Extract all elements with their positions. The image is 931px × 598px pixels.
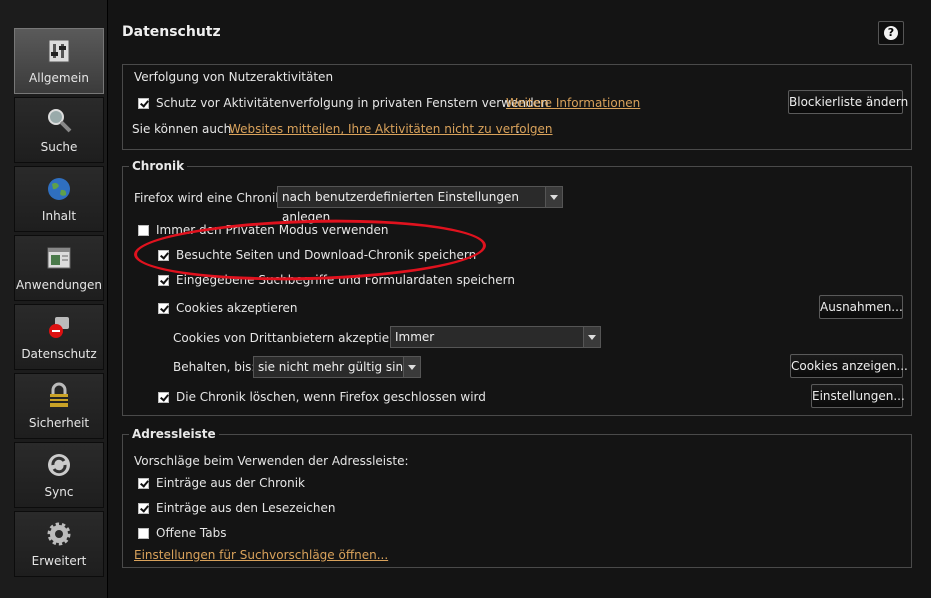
- third-party-cookies-select[interactable]: Immer: [390, 326, 601, 348]
- suggest-bookmarks-checkbox[interactable]: [138, 503, 149, 514]
- sidebar-item-anwendungen[interactable]: Anwendungen: [14, 235, 104, 301]
- sidebar-item-label: Inhalt: [41, 209, 77, 223]
- help-button[interactable]: ?: [878, 21, 904, 45]
- remember-forms-label: Eingegebene Suchbegriffe und Formulardat…: [176, 273, 515, 287]
- sidebar-item-allgemein[interactable]: Allgemein: [14, 28, 104, 94]
- dnt-sentence-prefix: Sie können auch: [132, 122, 232, 136]
- dnt-label: Schutz vor Aktivitätenverfolgung in priv…: [156, 96, 549, 110]
- private-mode-checkbox[interactable]: [138, 225, 149, 236]
- third-party-cookies-value: Immer: [395, 330, 435, 344]
- chevron-down-icon: [583, 327, 600, 347]
- privacy-mask-icon: [49, 317, 69, 338]
- chevron-down-icon: [403, 357, 420, 377]
- blocklist-button[interactable]: Blockierliste ändern: [788, 90, 908, 114]
- show-cookies-button[interactable]: Cookies anzeigen...: [790, 354, 908, 378]
- remember-history-checkbox[interactable]: [158, 250, 169, 261]
- keep-until-value: sie nicht mehr gültig sind: [258, 360, 411, 374]
- sidebar: Allgemein Suche Inhalt Anwendungen Daten…: [0, 0, 108, 598]
- sidebar-item-label: Anwendungen: [15, 278, 103, 292]
- sidebar-item-suche[interactable]: Suche: [14, 97, 104, 163]
- clear-on-close-checkbox[interactable]: [158, 392, 169, 403]
- suggest-history-label: Einträge aus der Chronik: [156, 476, 305, 490]
- sync-icon: [48, 454, 70, 476]
- sidebar-item-erweitert[interactable]: Erweitert: [14, 511, 104, 577]
- dnt-checkbox[interactable]: [138, 98, 149, 109]
- more-info-link[interactable]: Weitere Informationen: [506, 96, 640, 110]
- location-bar-intro: Vorschläge beim Verwenden der Adressleis…: [134, 454, 409, 468]
- history-mode-value: nach benutzerdefinierten Einstellungen a…: [282, 190, 519, 224]
- suggest-open-tabs-label: Offene Tabs: [156, 526, 227, 540]
- sidebar-item-label: Allgemein: [29, 71, 89, 85]
- third-party-cookies-label: Cookies von Drittanbietern akzeptieren:: [173, 331, 413, 345]
- location-bar-group: Adressleiste Vorschläge beim Verwenden d…: [122, 427, 912, 568]
- page-title: Datenschutz: [122, 24, 221, 40]
- sidebar-item-sicherheit[interactable]: Sicherheit: [14, 373, 104, 439]
- tracking-legend: Verfolgung von Nutzeraktivitäten: [131, 70, 337, 84]
- clear-settings-button[interactable]: Einstellungen...: [811, 384, 905, 408]
- search-suggestions-settings-link[interactable]: Einstellungen für Suchvorschläge öffnen.…: [134, 548, 388, 562]
- history-group: Chronik Firefox wird eine Chronik: nach …: [122, 159, 912, 416]
- magnifier-icon: [48, 109, 72, 133]
- history-legend: Chronik: [129, 159, 188, 173]
- dnt-sites-link[interactable]: Websites mitteilen, Ihre Aktivitäten nic…: [229, 122, 553, 136]
- sidebar-item-datenschutz[interactable]: Datenschutz: [14, 304, 104, 370]
- preferences-pane: Datenschutz ? Verfolgung von Nutzeraktiv…: [108, 0, 931, 598]
- help-icon: ?: [884, 26, 898, 40]
- history-mode-label: Firefox wird eine Chronik:: [134, 191, 287, 205]
- gear-icon: [47, 522, 71, 546]
- sidebar-item-label: Erweitert: [31, 554, 87, 568]
- remember-forms-checkbox[interactable]: [158, 275, 169, 286]
- suggest-bookmarks-label: Einträge aus den Lesezeichen: [156, 501, 336, 515]
- clear-on-close-label: Die Chronik löschen, wenn Firefox geschl…: [176, 390, 486, 404]
- location-bar-legend: Adressleiste: [129, 427, 219, 441]
- padlock-icon: [50, 382, 68, 407]
- sidebar-item-label: Datenschutz: [21, 347, 97, 361]
- remember-history-label: Besuchte Seiten und Download-Chronik spe…: [176, 248, 477, 262]
- keep-until-select[interactable]: sie nicht mehr gültig sind: [253, 356, 421, 378]
- sidebar-item-label: Sicherheit: [28, 416, 90, 430]
- cookie-exceptions-button[interactable]: Ausnahmen...: [819, 295, 903, 319]
- accept-cookies-checkbox[interactable]: [158, 303, 169, 314]
- switch-icon: [48, 39, 70, 63]
- keep-until-label: Behalten, bis:: [173, 360, 256, 374]
- sidebar-item-label: Sync: [44, 485, 74, 499]
- suggest-open-tabs-checkbox[interactable]: [138, 528, 149, 539]
- sidebar-item-sync[interactable]: Sync: [14, 442, 104, 508]
- suggest-history-checkbox[interactable]: [138, 478, 149, 489]
- history-mode-select[interactable]: nach benutzerdefinierten Einstellungen a…: [277, 186, 563, 224]
- chevron-down-icon: [545, 187, 562, 207]
- globe-icon: [48, 178, 70, 200]
- tracking-group: Verfolgung von Nutzeraktivitäten Schutz …: [122, 64, 912, 150]
- sidebar-item-label: Suche: [40, 140, 78, 154]
- sidebar-item-inhalt[interactable]: Inhalt: [14, 166, 104, 232]
- window-icon: [47, 247, 71, 269]
- accept-cookies-label: Cookies akzeptieren: [176, 301, 298, 315]
- private-mode-label: Immer den Privaten Modus verwenden: [156, 223, 389, 237]
- dnt-sentence-suffix: .: [516, 122, 520, 136]
